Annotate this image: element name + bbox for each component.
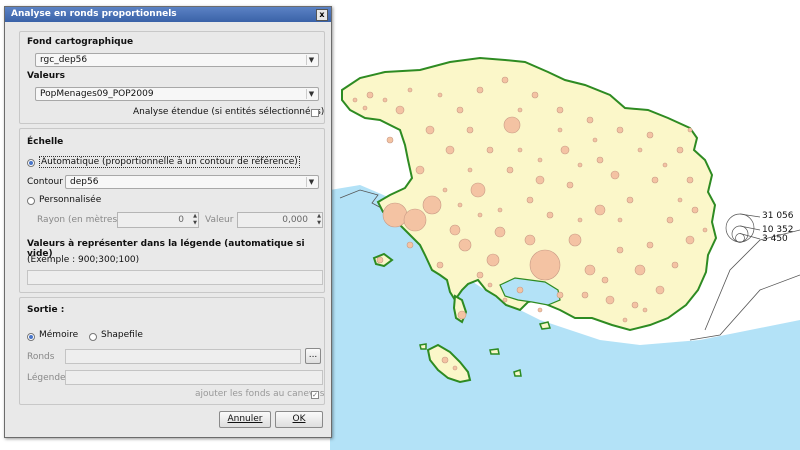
browse-button[interactable]: ... — [305, 348, 321, 364]
sortie-label: Sortie : — [27, 305, 65, 315]
dialog-titlebar[interactable]: Analyse en ronds proportionnels x — [5, 7, 331, 22]
valeurs-label: Valeurs — [27, 71, 65, 81]
shapefile-radio[interactable] — [89, 333, 97, 341]
ajouter-label: ajouter les fonds au canevas — [195, 389, 325, 399]
valeur-spinbox[interactable]: 0,000 ▲ ▼ — [237, 212, 323, 228]
ronds-label: Ronds — [27, 352, 55, 362]
proportional-circles-dialog: Analyse en ronds proportionnels x Fond c… — [4, 6, 332, 438]
legende-values-input[interactable] — [27, 270, 323, 285]
shapefile-label[interactable]: Shapefile — [101, 330, 143, 340]
analyse-etendue-label: Analyse étendue (si entités sélectionnée… — [133, 107, 325, 117]
close-button[interactable]: x — [316, 9, 328, 21]
valeur-value: 0,000 — [282, 215, 308, 225]
dialog-title: Analyse en ronds proportionnels — [11, 9, 177, 19]
island-small-1 — [489, 348, 500, 355]
legend-value-1: 31 056 — [762, 211, 794, 221]
legende-path-input[interactable] — [65, 370, 323, 385]
ajouter-checkbox[interactable]: ✓ — [311, 391, 319, 399]
legende-label: Légende — [27, 373, 66, 383]
spin-arrows-icon: ▲ ▼ — [317, 213, 321, 226]
contour-label: Contour — [27, 177, 63, 187]
ok-label: OK — [292, 414, 306, 424]
memoire-radio[interactable] — [27, 333, 35, 341]
exemple-label: (Exemple : 900;300;100) — [27, 255, 140, 265]
echelle-label: Échelle — [27, 137, 64, 147]
chevron-down-icon: ▼ — [306, 55, 316, 65]
chevron-down-icon: ▼ — [306, 89, 316, 99]
chevron-down-icon: ▼ — [306, 177, 316, 187]
automatique-label[interactable]: Automatique (proportionnelle à un contou… — [39, 156, 300, 168]
rayon-label: Rayon (en mètres) — [37, 215, 121, 225]
island-small-2 — [513, 369, 522, 377]
fond-select-value: rgc_dep56 — [40, 55, 88, 65]
analyse-etendue-checkbox[interactable] — [311, 109, 319, 117]
fond-select[interactable]: rgc_dep56 ▼ — [35, 53, 319, 67]
fond-label: Fond cartographique — [27, 37, 134, 47]
valeurs-select-value: PopMenages09_POP2009 — [40, 89, 154, 99]
annuler-label: Annuler — [227, 414, 263, 424]
memoire-label[interactable]: Mémoire — [39, 330, 78, 340]
ronds-path-input[interactable] — [65, 349, 301, 364]
legend-value-3: 3 450 — [762, 234, 788, 244]
personnalisee-radio[interactable] — [27, 197, 35, 205]
spin-arrows-icon: ▲ ▼ — [193, 213, 197, 226]
contour-select[interactable]: dep56 ▼ — [65, 175, 319, 189]
personnalisee-label[interactable]: Personnalisée — [39, 195, 101, 205]
island-small-4 — [419, 343, 427, 350]
valeur-label: Valeur — [205, 215, 234, 225]
rayon-spinbox[interactable]: 0 ▲ ▼ — [117, 212, 199, 228]
ok-button[interactable]: OK — [275, 411, 323, 428]
annuler-button[interactable]: Annuler — [219, 411, 271, 428]
rayon-value: 0 — [178, 215, 184, 225]
close-icon: x — [319, 10, 325, 19]
automatique-radio[interactable] — [27, 159, 35, 167]
island-small-3 — [538, 321, 552, 330]
group-echelle — [19, 128, 325, 293]
valeurs-select[interactable]: PopMenages09_POP2009 ▼ — [35, 87, 319, 101]
contour-select-value: dep56 — [70, 177, 99, 187]
